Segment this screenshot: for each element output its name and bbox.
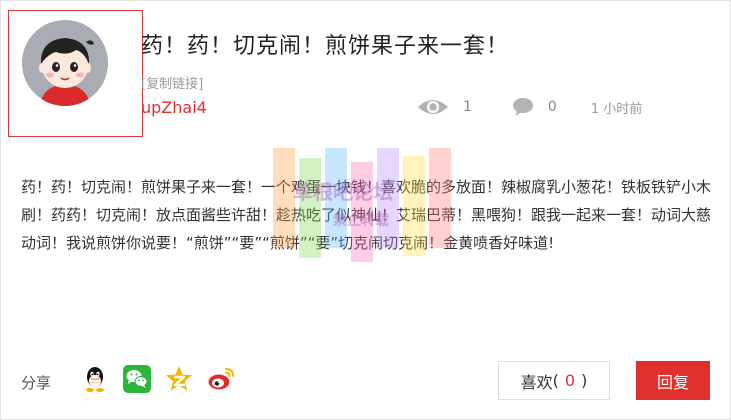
like-label: 喜欢 xyxy=(520,372,553,392)
weibo-icon[interactable] xyxy=(207,365,235,393)
share-icons xyxy=(81,365,249,393)
post-card: 药！药！切克闹！煎饼果子来一套！ [复制链接] upZhai4 1 0 1 小时… xyxy=(0,0,731,420)
comment-bubble-icon xyxy=(512,98,533,116)
views-stat: 1 xyxy=(417,97,472,117)
avatar-illustration xyxy=(22,20,108,106)
post-stats: 1 0 1 小时前 xyxy=(417,97,642,117)
like-count-close: ) xyxy=(581,371,588,390)
username-link[interactable]: upZhai4 xyxy=(141,98,207,117)
like-count: 0 xyxy=(564,371,576,390)
copy-link[interactable]: [复制链接] xyxy=(141,73,203,92)
like-button[interactable]: 喜欢 ( 0 ) xyxy=(498,361,610,400)
eye-icon xyxy=(418,100,448,114)
reply-button[interactable]: 回复 xyxy=(636,361,710,400)
post-time: 1 小时前 xyxy=(590,101,643,117)
post-title: 药！药！切克闹！煎饼果子来一套！ xyxy=(141,34,510,59)
qq-icon[interactable] xyxy=(81,365,109,393)
avatar[interactable] xyxy=(22,20,108,106)
share-label: 分享 xyxy=(21,374,52,392)
comments-count: 0 xyxy=(547,99,557,115)
avatar-frame[interactable] xyxy=(8,10,143,137)
post-body: 药！药！切克闹！煎饼果子来一套！一个鸡蛋一块钱！喜欢脆的多放面！辣椒腐乳小葱花！… xyxy=(21,178,712,252)
wechat-icon[interactable] xyxy=(123,365,151,393)
qzone-icon[interactable] xyxy=(165,365,193,393)
views-count: 1 xyxy=(463,99,472,115)
comments-stat: 0 xyxy=(512,97,557,117)
like-count-open: ( xyxy=(552,371,559,390)
